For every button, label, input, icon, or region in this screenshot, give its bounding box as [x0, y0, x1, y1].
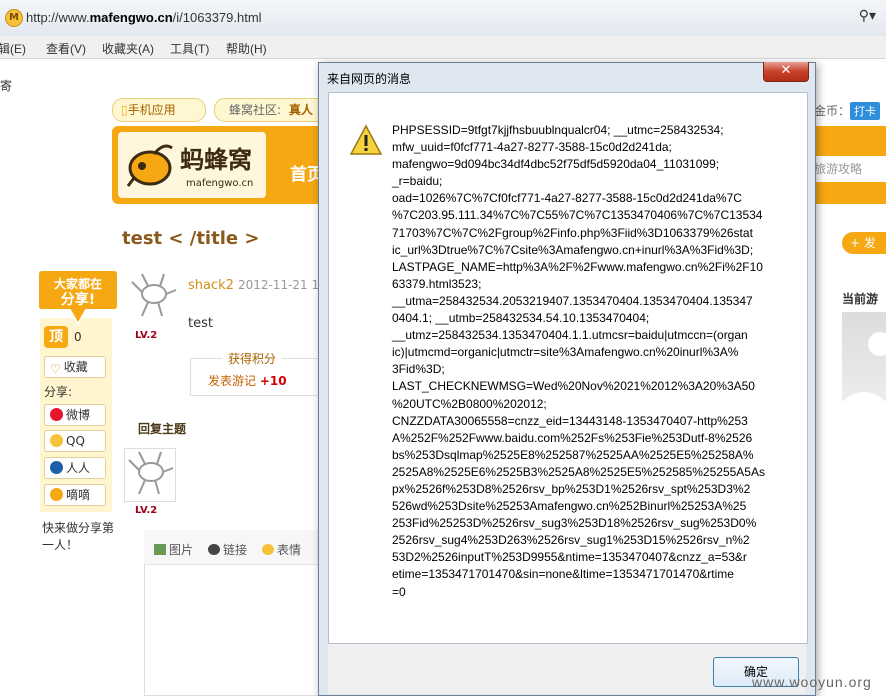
menu-bar: 辑(E) 查看(V) 收藏夹(A) 工具(T) 帮助(H)	[0, 36, 886, 59]
visitor-avatar[interactable]	[842, 312, 886, 422]
editor-toolbar: 图片 链接 表情	[144, 530, 330, 565]
points-value: +10	[259, 374, 287, 388]
url-path: /i/1063379.html	[172, 10, 262, 25]
site-search-input[interactable]: 旅游攻略	[808, 156, 886, 182]
editor-image-label: 图片	[169, 543, 194, 557]
editor-link-button[interactable]: 链接	[208, 541, 247, 558]
author-level: LV.2	[135, 330, 158, 341]
share-badge-line2: 分享!	[60, 292, 96, 308]
signal-icon	[50, 488, 63, 501]
reply-level: LV.2	[135, 505, 158, 516]
search-icon[interactable]: ⚲▾	[859, 8, 876, 24]
sun-icon	[842, 332, 886, 422]
reply-title: 回复主题	[138, 422, 187, 436]
share-badge-line1: 大家都在	[53, 277, 102, 291]
share-xixi-label: 嘀嘀	[66, 488, 91, 502]
favorite-label: 收藏	[63, 360, 88, 374]
post-time: 2012-11-21 12	[237, 278, 327, 292]
visitors-title: 当前游	[842, 292, 879, 306]
url-domain: mafengwo.cn	[89, 10, 173, 25]
share-badge-text: 大家都在 分享!	[46, 276, 110, 308]
post-body: test	[188, 316, 213, 331]
smiley-icon	[262, 544, 274, 555]
bee-logo-icon	[126, 144, 173, 187]
menu-view[interactable]: 查看(V)	[46, 40, 86, 57]
share-qq-button[interactable]: QQ	[44, 430, 106, 452]
logo-subtext: mafengwo.cn	[186, 178, 254, 189]
ding-button[interactable]: 顶	[44, 326, 68, 348]
weibo-icon	[50, 408, 63, 421]
share-weibo-label: 微博	[66, 408, 91, 422]
author-avatar[interactable]	[128, 272, 178, 322]
page-title: test < /title >	[122, 228, 260, 249]
favorite-button[interactable]: ♡ 收藏	[44, 356, 106, 378]
points-row: 发表游记 +10	[208, 372, 287, 389]
author-name[interactable]: shack2	[188, 278, 234, 293]
reply-avatar[interactable]	[124, 448, 176, 502]
editor-image-button[interactable]: 图片	[154, 541, 193, 558]
watermark: www.wooyun.org	[752, 674, 872, 690]
warning-icon	[349, 124, 383, 155]
menu-help[interactable]: 帮助(H)	[226, 40, 267, 57]
share-label: 分享:	[44, 385, 73, 399]
ding-count: 0	[74, 330, 82, 344]
community-label: 蜂窝社区:	[229, 103, 282, 117]
points-action: 发表游记	[208, 374, 257, 388]
phone-icon: ▯	[121, 103, 128, 117]
url-field[interactable]: http://www.mafengwo.cn/i/1063379.html	[26, 10, 262, 25]
qq-icon	[50, 434, 63, 447]
editor-emoji-button[interactable]: 表情	[262, 541, 301, 558]
share-qq-label: QQ	[66, 434, 85, 448]
post-button[interactable]: + 发	[842, 232, 886, 254]
first-share-text: 快来做分享第一人！	[42, 521, 115, 552]
share-xixi-button[interactable]: 嘀嘀	[44, 484, 106, 506]
points-title: 获得积分	[222, 350, 283, 367]
heart-icon: ♡	[50, 362, 61, 376]
bee-avatar-icon	[128, 451, 174, 495]
mobile-app-link[interactable]: ▯手机应用	[112, 98, 206, 122]
link-icon	[208, 544, 220, 555]
gold-label: 金币：	[814, 104, 851, 118]
menu-favorites[interactable]: 收藏夹(A)	[102, 40, 154, 57]
logo-text: 蚂蜂窝	[180, 146, 252, 174]
renren-icon	[50, 461, 63, 474]
community-value: 真人	[288, 103, 313, 117]
url-prefix: http://www.	[26, 10, 90, 25]
editor-emoji-label: 表情	[277, 543, 302, 557]
close-icon[interactable]: ✕	[763, 62, 809, 82]
site-favicon-icon: M	[5, 9, 23, 27]
mobile-app-label: 手机应用	[127, 103, 176, 117]
editor-link-label: 链接	[223, 543, 248, 557]
share-renren-button[interactable]: 人人	[44, 457, 106, 479]
address-bar: M http://www.mafengwo.cn/i/1063379.html …	[0, 0, 886, 37]
page-edge-text: 寄	[0, 79, 13, 93]
dialog-title: 来自网页的消息	[327, 72, 412, 86]
author-line: shack2 2012-11-21 12	[188, 278, 327, 293]
menu-edit[interactable]: 辑(E)	[0, 40, 26, 57]
image-icon	[154, 544, 166, 555]
dialog-message: PHPSESSID=9tfgt7kjjfhsbuublnqualcr04; __…	[392, 123, 765, 599]
daka-button[interactable]: 打卡	[850, 102, 880, 120]
share-weibo-button[interactable]: 微博	[44, 404, 106, 426]
share-renren-label: 人人	[66, 461, 91, 475]
menu-tools[interactable]: 工具(T)	[170, 40, 209, 57]
